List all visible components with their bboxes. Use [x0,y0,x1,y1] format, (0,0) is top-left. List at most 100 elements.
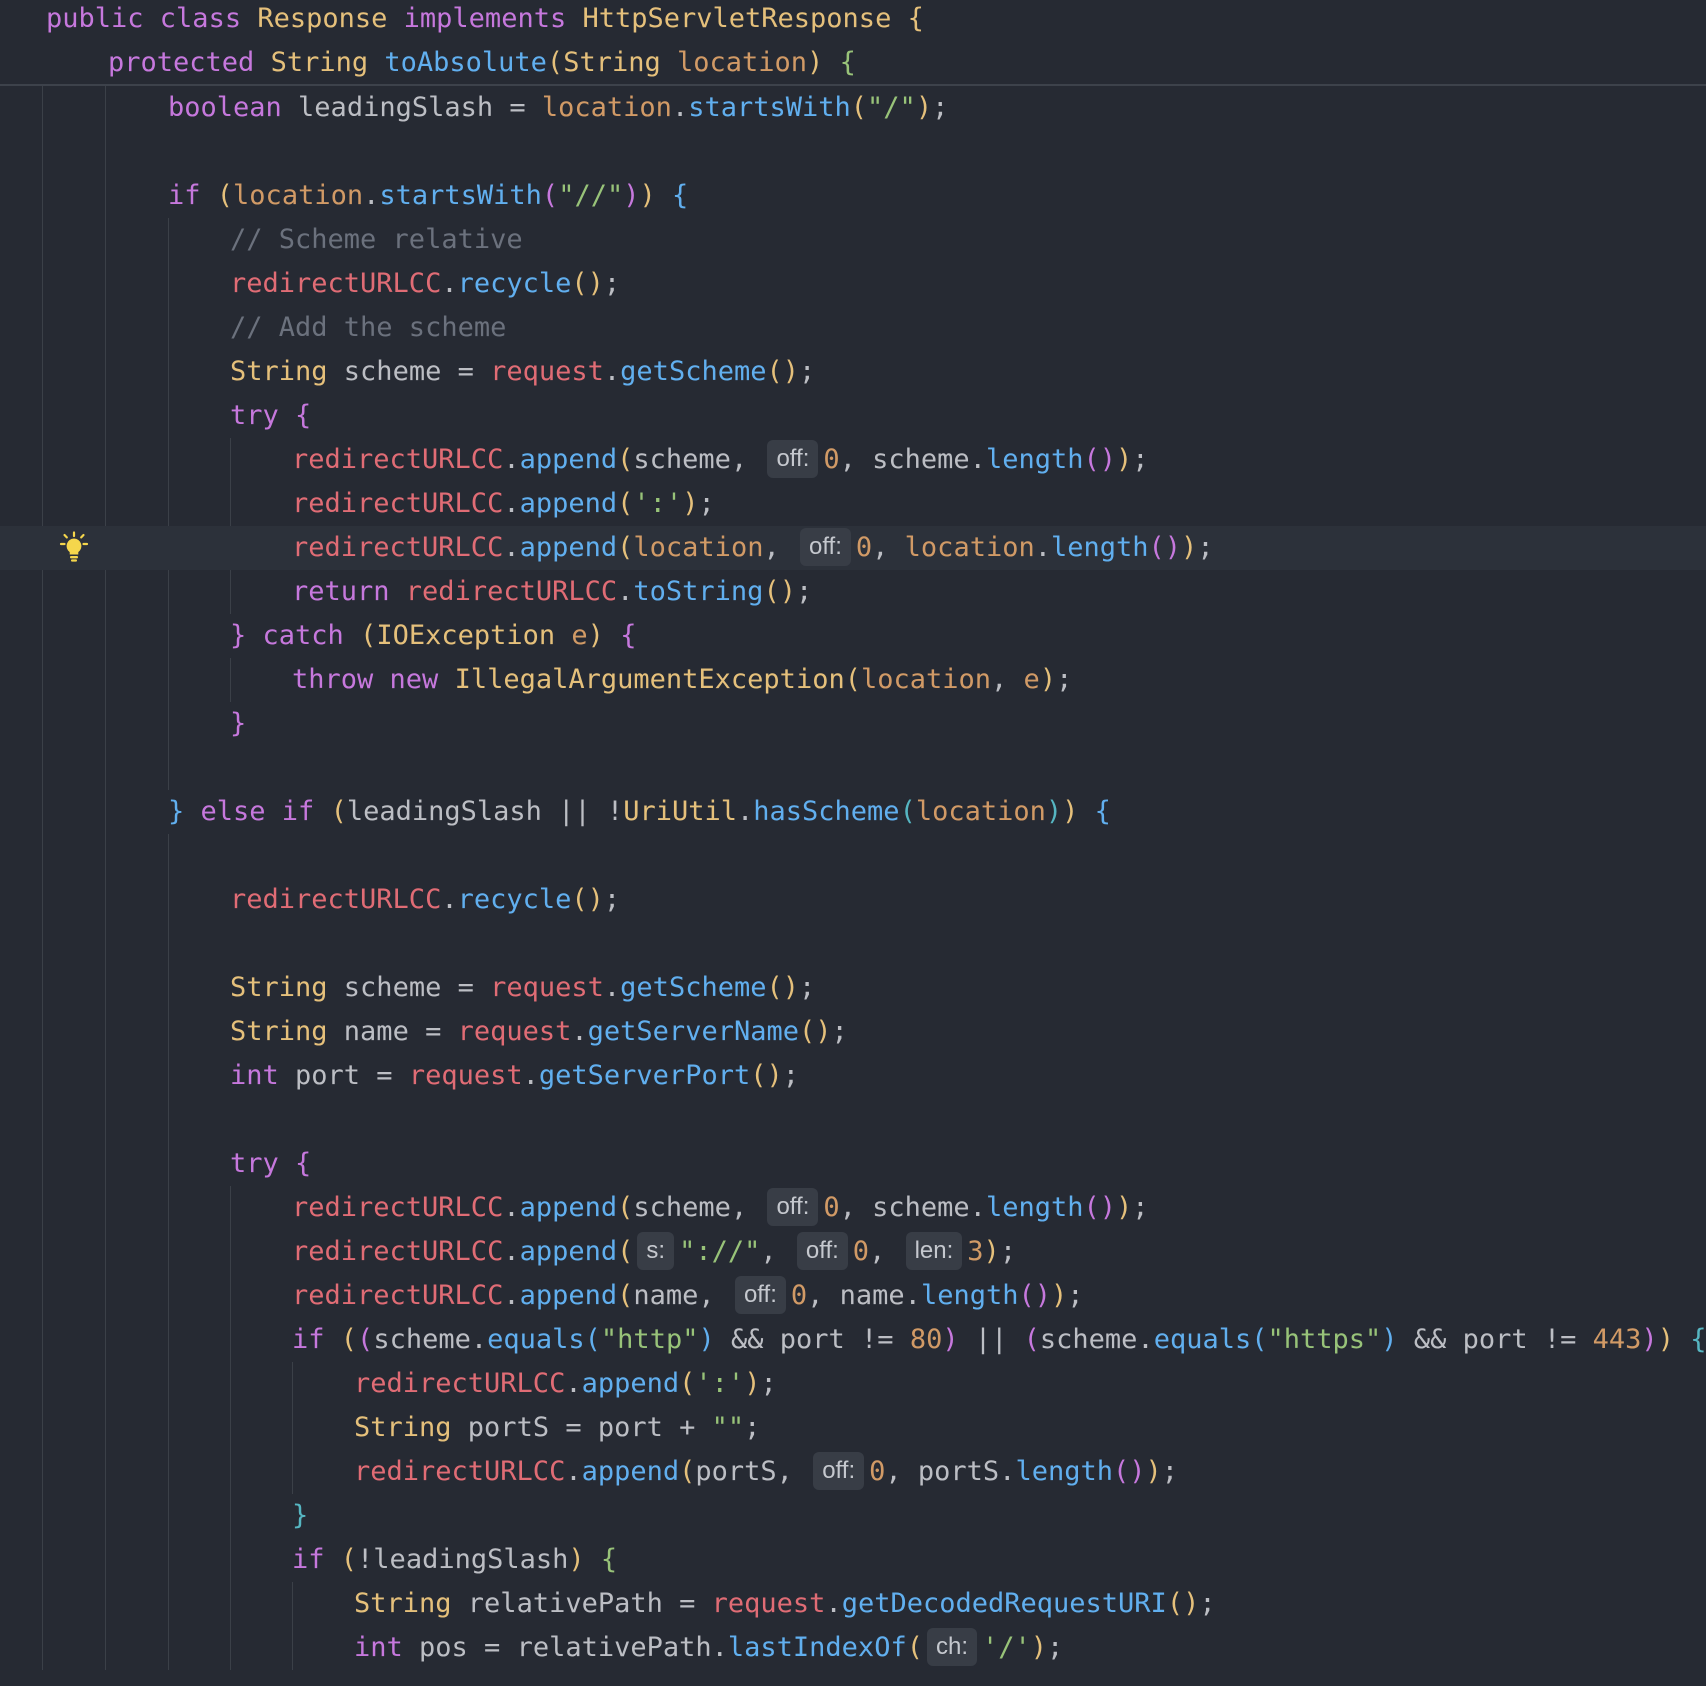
code-line[interactable]: String scheme = request.getScheme(); [0,350,1706,394]
code-line[interactable]: redirectURLCC.recycle(); [0,878,1706,922]
code-line[interactable]: if (location.startsWith("//")) { [0,174,1706,218]
code-token: ( [1251,1324,1268,1355]
sticky-line[interactable]: protected String toAbsolute(String locat… [108,41,856,85]
code-token: startsWith [379,180,542,211]
code-token: ) [744,1368,761,1399]
code-token: String [230,1016,344,1047]
code-token: ; [1132,444,1149,475]
inlay-parameter-hint: off: [734,1275,786,1314]
code-token: ; [1067,1280,1084,1311]
code-line[interactable]: } catch (IOException e) { [0,614,1706,658]
code-line[interactable]: } [0,1494,1706,1538]
code-line[interactable] [0,1098,1706,1142]
code-token: . [671,92,689,123]
code-line[interactable]: // Add the scheme [0,306,1706,350]
inlay-parameter-hint: off: [767,1187,819,1226]
code-token: try [230,1148,296,1179]
code-token: location [633,532,764,563]
code-token: ( [617,1192,634,1223]
inlay-parameter-hint: len: [905,1231,963,1270]
code-line[interactable]: String relativePath = request.getDecoded… [0,1582,1706,1626]
code-line[interactable]: redirectURLCC.append(s: "://", off: 0, len… [0,1230,1706,1274]
code-line[interactable]: try { [0,394,1706,438]
code-token: } [230,708,247,739]
code-token: location [233,180,364,211]
code-line[interactable]: String scheme = request.getScheme(); [0,966,1706,1010]
current-code-line[interactable]: redirectURLCC.append(location, off: 0, lo… [0,526,1706,570]
line-content: if (!leadingSlash) { [292,1538,617,1582]
code-token: ':' [633,488,683,519]
code-line[interactable]: String name = request.getServerName(); [0,1010,1706,1054]
code-token: , [869,1236,902,1267]
code-token: , portS. [885,1456,1016,1487]
line-content: try { [230,1142,311,1186]
code-line[interactable]: if ((scheme.equals("http") && port != 80… [0,1318,1706,1362]
code-line[interactable]: } else if (leadingSlash || !UriUtil.hasS… [0,790,1706,834]
code-token: length [1050,532,1149,563]
code-line[interactable]: boolean leadingSlash = location.startsWi… [0,86,1706,130]
lightbulb-icon[interactable] [57,531,91,565]
code-line[interactable]: redirectURLCC.append(scheme, off: 0, sche… [0,438,1706,482]
line-content: if (location.startsWith("//")) { [168,174,688,218]
code-token: 0 [823,1192,840,1223]
code-line[interactable]: redirectURLCC.append(':'); [0,1362,1706,1406]
sticky-line[interactable]: public class Response implements HttpSer… [46,0,924,41]
code-token: ( [617,532,634,563]
code-token: ( [340,1324,358,1355]
code-line[interactable]: return redirectURLCC.toString(); [0,570,1706,614]
line-content: redirectURLCC.append(scheme, off: 0, sche… [292,438,1149,482]
code-line[interactable]: int pos = relativePath.lastIndexOf(ch: '/… [0,1626,1706,1670]
code-line[interactable]: if (!leadingSlash) { [0,1538,1706,1582]
code-line[interactable]: // Scheme relative [0,218,1706,262]
code-line[interactable]: redirectURLCC.recycle(); [0,262,1706,306]
code-token: "https" [1267,1324,1382,1355]
code-token: append [519,444,618,475]
code-token: { [839,47,856,78]
code-token: } [230,620,263,651]
code-token: equals [487,1324,585,1355]
code-token: 80 [909,1324,943,1355]
code-token: "//" [558,180,624,211]
code-line[interactable] [0,834,1706,878]
code-token: protected [108,47,271,78]
code-token: ; [698,488,715,519]
code-line[interactable] [0,922,1706,966]
inlay-parameter-hint: off: [796,1231,848,1270]
code-token: startsWith [688,92,851,123]
code-token: . [503,444,520,475]
code-line[interactable]: redirectURLCC.append(scheme, off: 0, sche… [0,1186,1706,1230]
code-line[interactable]: throw new IllegalArgumentException(locat… [0,658,1706,702]
code-editor[interactable]: boolean leadingSlash = location.startsWi… [0,86,1706,1686]
code-line[interactable]: String portS = port + ""; [0,1406,1706,1450]
code-token: scheme, [633,1192,764,1223]
code-token: ( [1023,1324,1040,1355]
code-token: () [1083,1192,1117,1223]
code-token: redirectURLCC [292,1280,504,1311]
code-token: { [907,3,924,34]
code-line[interactable]: int port = request.getServerPort(); [0,1054,1706,1098]
code-token: 0 [855,532,873,563]
code-token: ) [1641,1324,1658,1355]
code-line[interactable]: redirectURLCC.append(':'); [0,482,1706,526]
code-token: && port != [714,1324,910,1355]
code-token: , [763,532,796,563]
code-token: IllegalArgumentException [454,664,845,695]
code-token: ) [1045,796,1063,827]
code-token: redirectURLCC [230,884,442,915]
code-token: catch [262,620,361,651]
code-token: ( [340,1544,358,1575]
code-token: . [363,180,380,211]
code-line[interactable]: try { [0,1142,1706,1186]
code-token: 0 [823,444,840,475]
code-line[interactable]: redirectURLCC.append(name, off: 0, name.l… [0,1274,1706,1318]
code-token: { [672,180,689,211]
code-line[interactable] [0,130,1706,174]
code-line[interactable]: redirectURLCC.append(portS, off: 0, portS… [0,1450,1706,1494]
code-line[interactable] [0,746,1706,790]
code-token: { [1690,1324,1706,1355]
code-line[interactable]: } [0,702,1706,746]
sticky-scroll-header[interactable]: public class Response implements HttpSer… [0,0,1706,86]
line-content: } else if (leadingSlash || !UriUtil.hasS… [168,790,1111,834]
code-token: ( [546,47,564,78]
code-token: ) [568,1544,585,1575]
